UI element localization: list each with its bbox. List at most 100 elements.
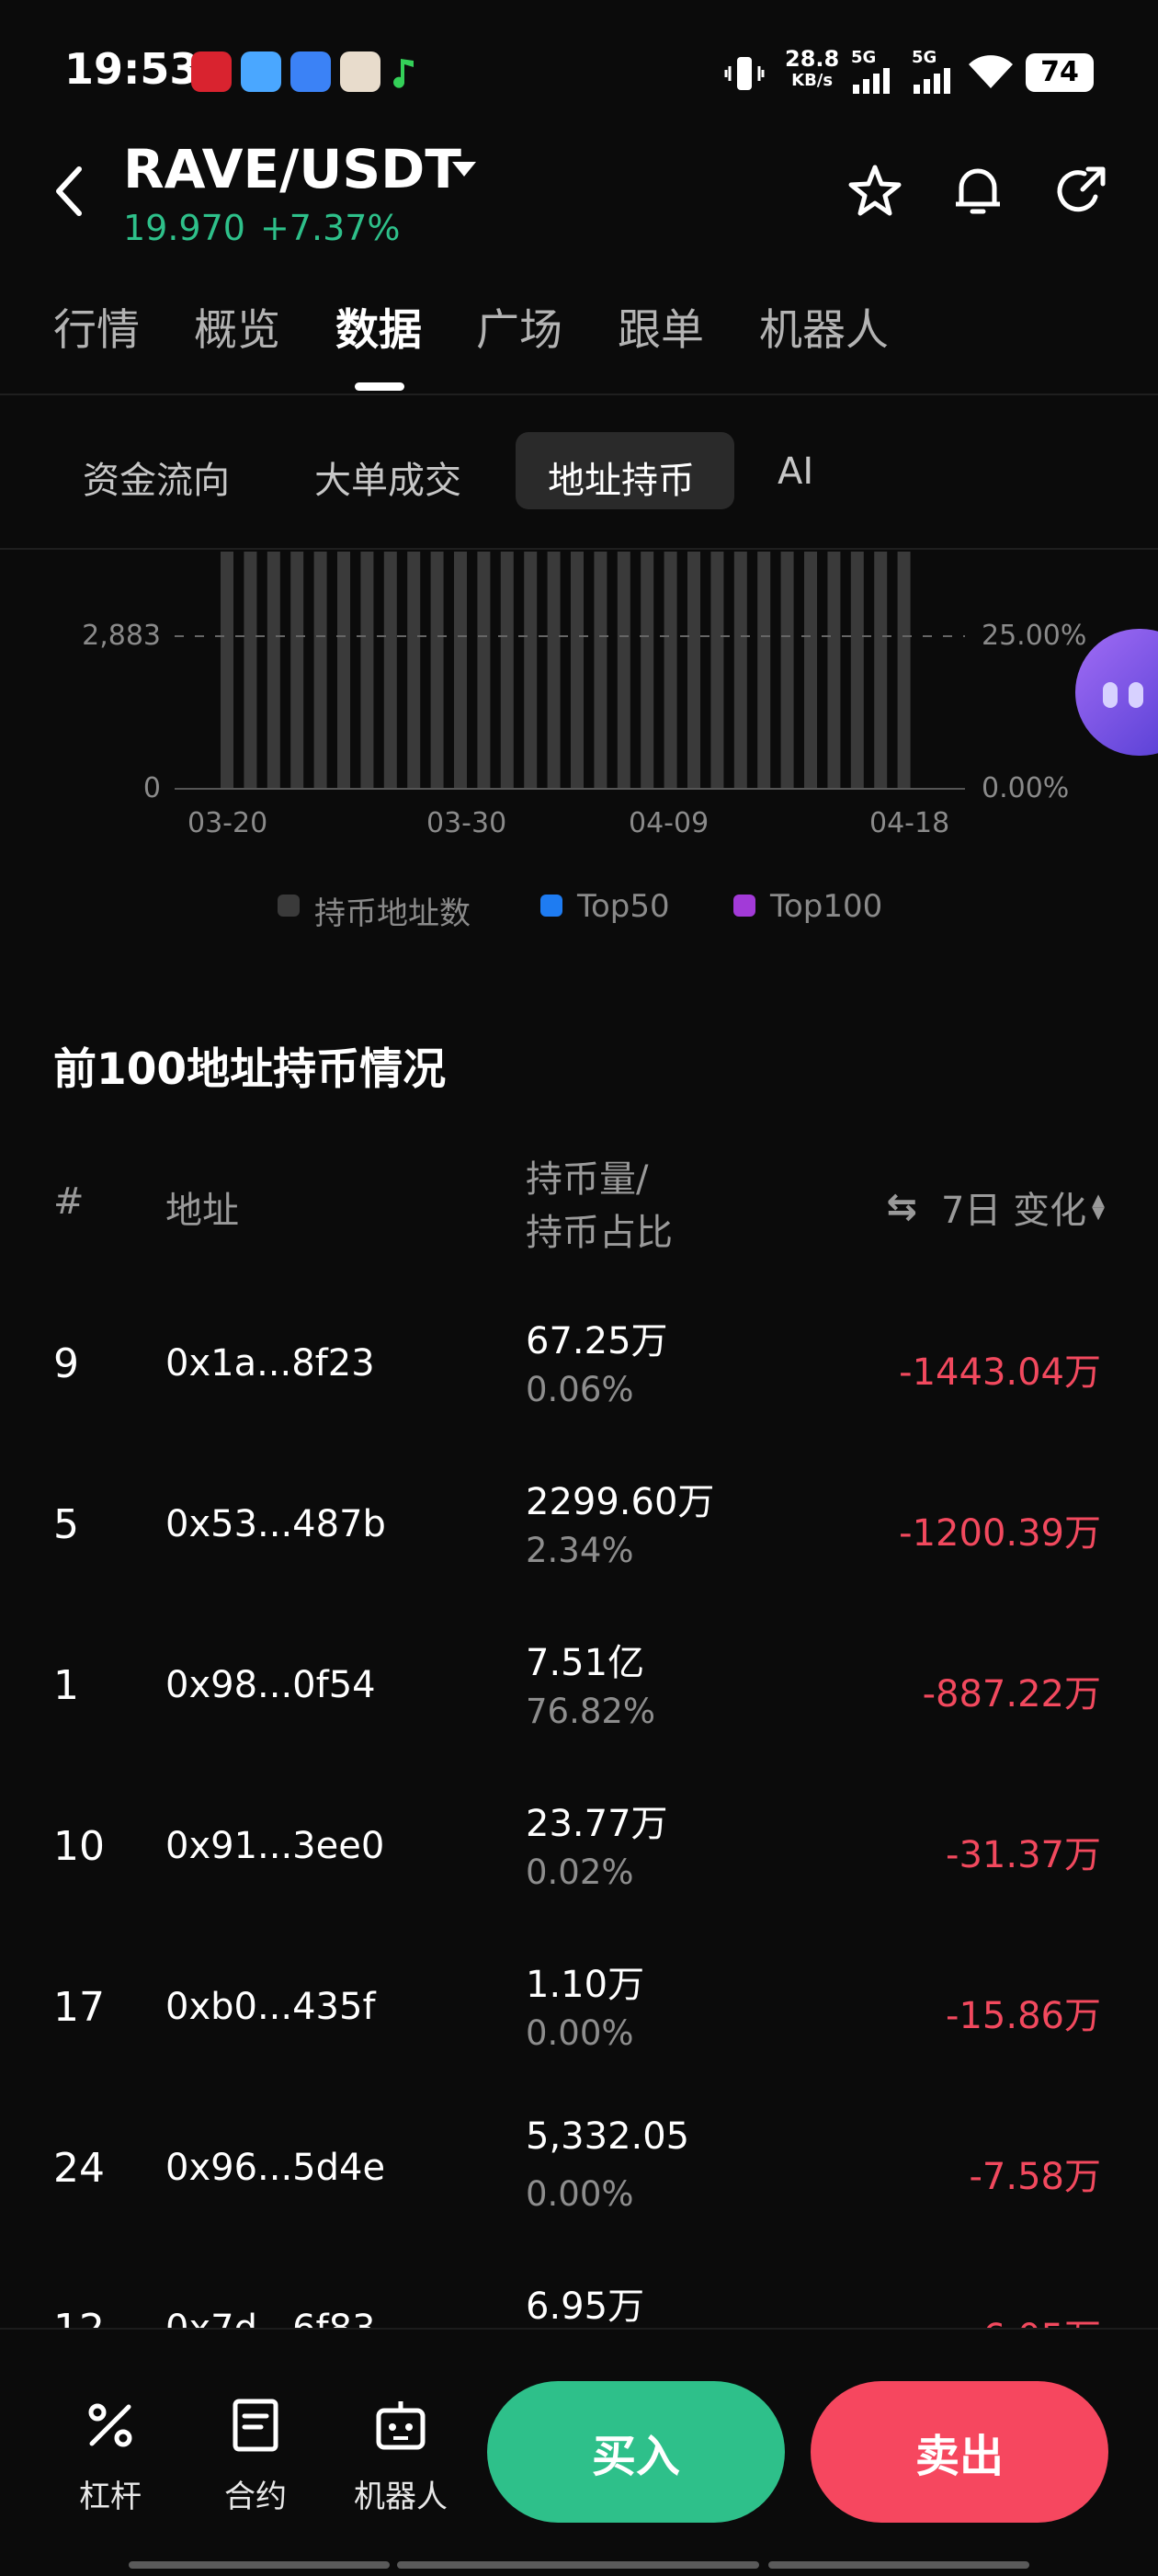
chart-bar — [290, 552, 304, 789]
share-icon[interactable] — [1051, 162, 1110, 221]
row-change: -15.86万 — [946, 1995, 1101, 2037]
chart-bar — [244, 552, 257, 789]
table-row[interactable]: 5 0x53...487b 2299.60万 2.34% -1200.39万 — [0, 1453, 1158, 1614]
legend-top100[interactable]: Top100 — [770, 888, 882, 925]
chart-bar — [360, 552, 374, 789]
row-quantity: 5,332.05 — [526, 2115, 690, 2158]
y-right-tick-top: 25.00% — [982, 620, 1087, 652]
chart-bar — [757, 552, 771, 789]
row-share: 2.34% — [526, 1531, 634, 1570]
sort-icon[interactable]: ▲ ▼ — [1092, 1192, 1105, 1222]
table-row[interactable]: 1 0x98...0f54 7.51亿 76.82% -887.22万 — [0, 1614, 1158, 1775]
weather-app-icon — [241, 51, 281, 92]
chart-bar — [804, 552, 817, 789]
chart-bar — [571, 552, 584, 789]
pair-title[interactable]: RAVE/USDT — [123, 138, 461, 200]
chart-bar — [383, 552, 397, 789]
row-change: -887.22万 — [922, 1673, 1101, 1715]
y-left-tick-zero: 0 — [142, 772, 161, 804]
row-change: -31.37万 — [946, 1834, 1101, 1876]
col-change[interactable]: ⇆ 7日 变化 ▲ ▼ — [886, 1180, 1105, 1234]
chart-bar — [617, 552, 630, 789]
row-rank: 9 — [53, 1340, 79, 1387]
tab-market[interactable]: 行情 — [53, 294, 140, 358]
row-change: -1443.04万 — [899, 1351, 1101, 1394]
assistant-eye-icon — [1103, 682, 1118, 708]
pair-dropdown-icon[interactable] — [452, 162, 476, 177]
row-share: 76.82% — [526, 1692, 656, 1731]
signal-icon — [912, 66, 954, 97]
chart-bar — [687, 552, 700, 789]
vibrate-icon — [724, 53, 765, 97]
assistant-eye-icon — [1129, 682, 1143, 708]
row-address[interactable]: 0x96...5d4e — [165, 2147, 385, 2189]
y-left-tick-top: 2,883 — [82, 620, 161, 652]
row-address[interactable]: 0x1a...8f23 — [165, 1342, 375, 1385]
subtab-ai[interactable]: AI — [778, 450, 813, 493]
wifi-icon — [965, 51, 1016, 94]
row-rank: 10 — [53, 1823, 105, 1870]
contract-label[interactable]: 合约 — [182, 2471, 329, 2516]
leverage-icon[interactable] — [85, 2399, 136, 2455]
tabs-divider — [0, 393, 1158, 395]
row-share: 0.06% — [526, 1370, 634, 1409]
chart-bar — [827, 552, 841, 789]
x-tick: 03-20 — [187, 807, 268, 839]
tab-robot[interactable]: 机器人 — [759, 294, 889, 358]
sell-button[interactable]: 卖出 — [811, 2381, 1108, 2523]
table-row[interactable]: 9 0x1a...8f23 67.25万 0.06% -1443.04万 — [0, 1293, 1158, 1453]
signal-label-1: 5G — [851, 48, 877, 67]
chart-bar — [874, 552, 888, 789]
legend-swatch-holders — [278, 895, 300, 917]
row-address[interactable]: 0x98...0f54 — [165, 1664, 376, 1706]
tab-data[interactable]: 数据 — [335, 294, 422, 358]
favorite-star-icon[interactable] — [846, 162, 904, 221]
chart-bar — [477, 552, 491, 789]
chart-bar — [430, 552, 444, 789]
col-change-label: 7日 变化 — [940, 1190, 1087, 1232]
legend-holders[interactable]: 持币地址数 — [314, 888, 471, 933]
chart-bar — [500, 552, 514, 789]
row-address[interactable]: 0x53...487b — [165, 1503, 386, 1545]
swap-icon[interactable]: ⇆ — [886, 1186, 917, 1228]
row-share: 0.00% — [526, 2174, 634, 2214]
col-address: 地址 — [165, 1190, 239, 1232]
subtab-fund-flow[interactable]: 资金流向 — [83, 450, 230, 504]
price-alert-bell-icon[interactable] — [948, 162, 1007, 221]
tab-copy-trading[interactable]: 跟单 — [618, 294, 704, 358]
contract-icon[interactable] — [230, 2398, 281, 2456]
main-tabs: 行情 概览 数据 广场 跟单 机器人 — [0, 294, 1158, 395]
price-row: 19.970 +7.37% — [123, 208, 401, 248]
music-app-icon — [393, 55, 417, 88]
chart-bar — [641, 552, 654, 789]
row-share: 0.00% — [526, 2013, 634, 2053]
chart-bar — [780, 552, 794, 789]
battery-level: 74 — [1040, 56, 1079, 88]
table-row[interactable]: 10 0x91...3ee0 23.77万 0.02% -31.37万 — [0, 1775, 1158, 1936]
back-button[interactable] — [51, 164, 88, 219]
table-row[interactable]: 24 0x96...5d4e 5,332.05 0.00% -7.58万 — [0, 2097, 1158, 2258]
row-quantity: 23.77万 — [526, 1803, 668, 1845]
leverage-label[interactable]: 杠杆 — [37, 2471, 184, 2516]
row-address[interactable]: 0x91...3ee0 — [165, 1825, 384, 1867]
subtab-large-orders[interactable]: 大单成交 — [314, 450, 461, 504]
legend-top50[interactable]: Top50 — [577, 888, 670, 925]
price-change: +7.37% — [259, 208, 401, 248]
tab-square[interactable]: 广场 — [476, 294, 562, 358]
row-address[interactable]: 0xb0...435f — [165, 1986, 376, 2028]
row-quantity: 2299.60万 — [526, 1481, 715, 1523]
signal-label-2: 5G — [912, 48, 937, 67]
table-row[interactable]: 17 0xb0...435f 1.10万 0.00% -15.86万 — [0, 1936, 1158, 2097]
status-time: 19:53 — [64, 44, 199, 94]
last-price: 19.970 — [123, 208, 245, 248]
buy-button[interactable]: 买入 — [487, 2381, 785, 2523]
subtab-address-holdings[interactable]: 地址持币 — [548, 450, 695, 504]
robot-icon[interactable] — [373, 2398, 428, 2456]
status-bar: 19:53 28.8 KB/s 5G 5G 74 — [0, 0, 1158, 138]
legend-swatch-top50 — [540, 895, 562, 917]
tab-overview[interactable]: 概览 — [194, 294, 280, 358]
row-quantity: 7.51亿 — [526, 1642, 645, 1684]
active-tab-indicator — [355, 382, 404, 391]
robot-label[interactable]: 机器人 — [327, 2471, 474, 2516]
col-quantity[interactable]: 持币量/ 持币占比 — [526, 1153, 673, 1260]
